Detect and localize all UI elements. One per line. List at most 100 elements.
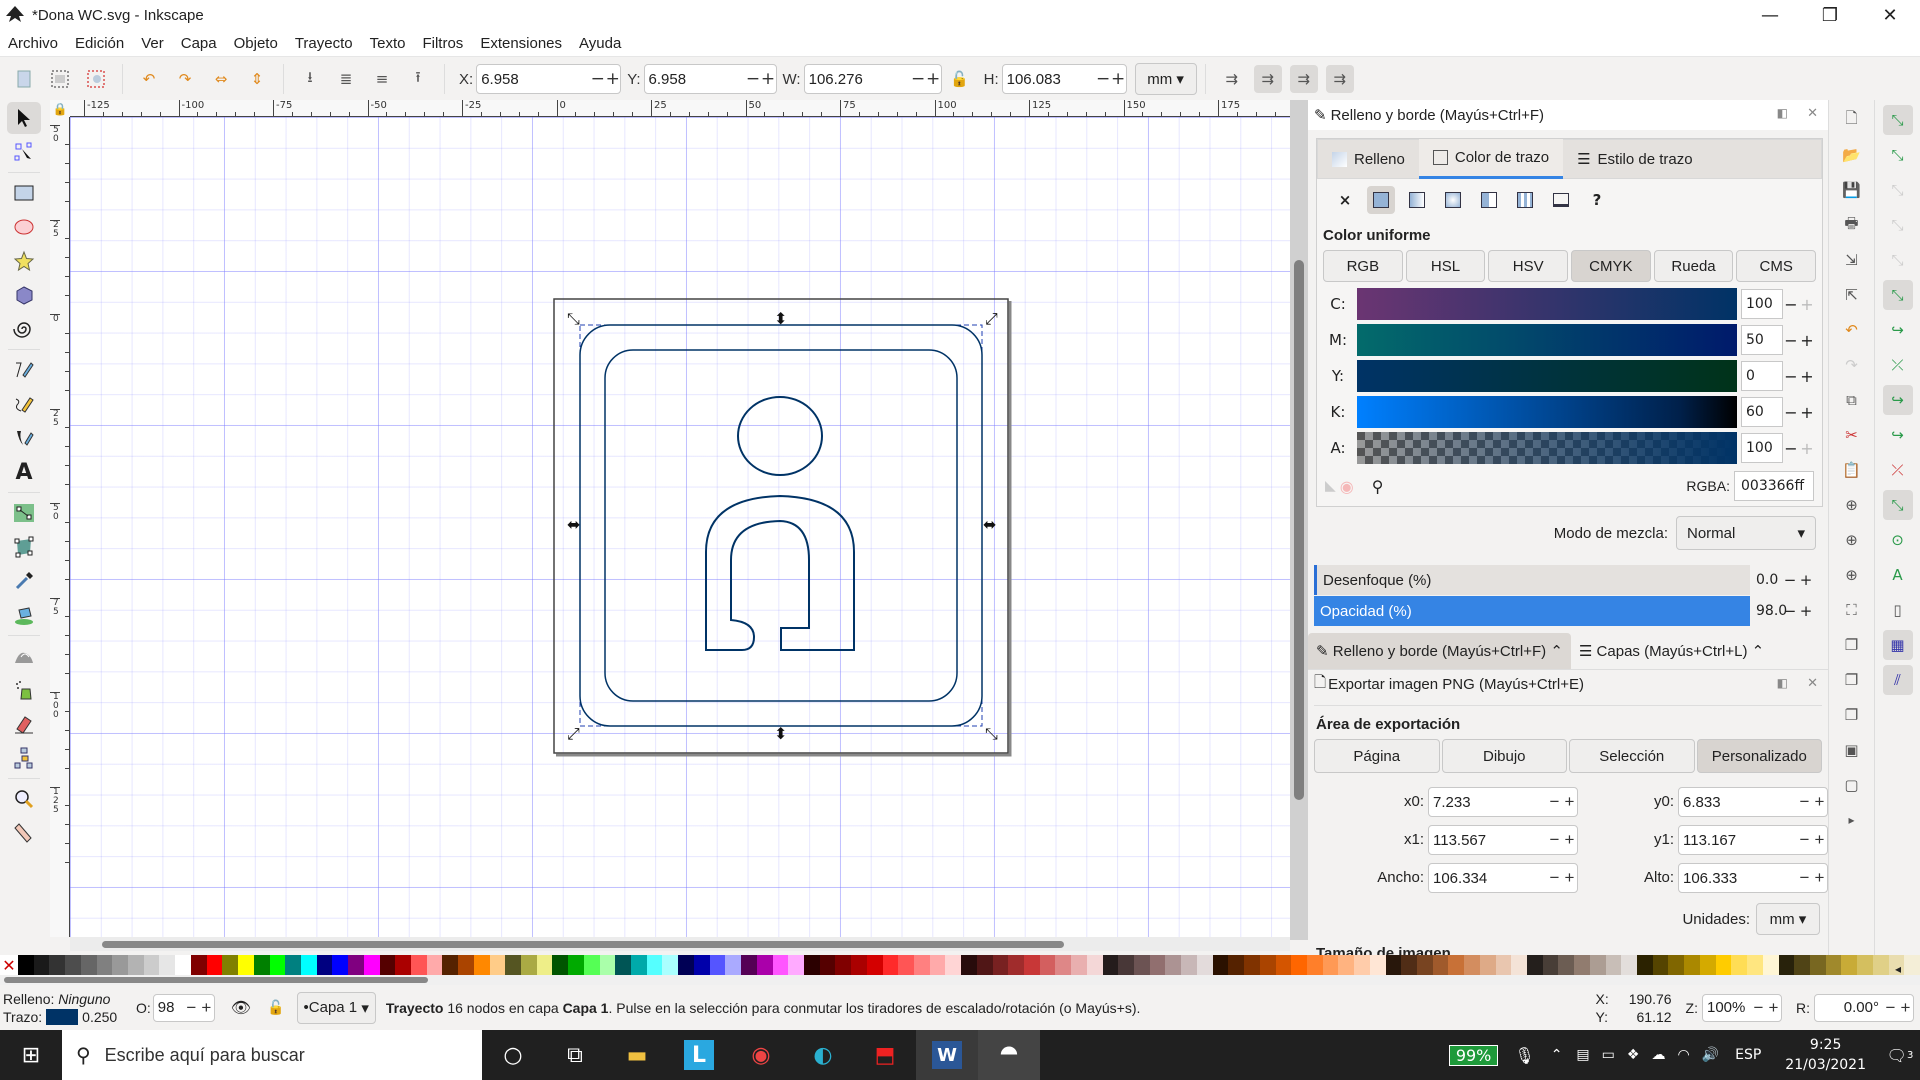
deselect-icon[interactable] xyxy=(82,65,110,93)
palette-swatch[interactable] xyxy=(929,955,946,975)
palette-swatch[interactable] xyxy=(788,955,804,975)
palette-swatch[interactable] xyxy=(222,955,239,975)
opacity-increment[interactable]: + xyxy=(1798,602,1814,620)
palette-swatch[interactable] xyxy=(1275,955,1292,975)
palette-swatch[interactable] xyxy=(332,955,349,975)
menu-texto[interactable]: Texto xyxy=(370,35,406,52)
palette-swatch[interactable] xyxy=(709,955,726,975)
slider-y-track[interactable] xyxy=(1357,360,1737,392)
raise-to-top-icon[interactable]: ⭱ xyxy=(404,65,432,93)
palette-swatch[interactable] xyxy=(521,955,537,975)
palette-swatch[interactable] xyxy=(1731,955,1748,975)
palette-swatch[interactable] xyxy=(1024,955,1040,975)
move-patterns-icon[interactable]: ⇉ xyxy=(1325,65,1354,93)
palette-swatch[interactable] xyxy=(1574,955,1590,975)
cut-icon[interactable]: ✂ xyxy=(1837,420,1867,450)
palette-swatch[interactable] xyxy=(835,955,852,975)
blur-slider[interactable]: Desenfoque (%) xyxy=(1314,565,1750,595)
palette-swatch[interactable] xyxy=(1715,955,1732,975)
file-explorer-icon[interactable]: ▬ xyxy=(606,1030,668,1080)
snap-cusp-icon[interactable]: ↪ xyxy=(1882,385,1913,415)
palette-swatch[interactable] xyxy=(1637,955,1653,975)
mesh-tool[interactable] xyxy=(7,531,41,563)
export-units-select[interactable]: mm ▾ xyxy=(1756,903,1820,935)
flip-vertical-icon[interactable]: ⇕ xyxy=(243,65,271,93)
export-drawing-button[interactable]: Dibujo xyxy=(1441,739,1567,773)
palette-swatch[interactable] xyxy=(882,955,899,975)
palette-swatch[interactable] xyxy=(913,955,930,975)
palette-swatch[interactable] xyxy=(1008,955,1024,975)
pencil-tool[interactable] xyxy=(7,388,41,420)
edge-icon[interactable]: ◐ xyxy=(792,1030,854,1080)
menu-filtros[interactable]: Filtros xyxy=(422,35,463,52)
snap-center-icon[interactable]: ⊙ xyxy=(1883,525,1913,555)
paint-radial-gradient-button[interactable] xyxy=(1439,186,1467,214)
palette-swatch[interactable] xyxy=(1825,955,1842,975)
import-icon[interactable]: ⇲ xyxy=(1837,245,1867,275)
palette-swatch[interactable] xyxy=(410,955,427,975)
horizontal-scroll-thumb[interactable] xyxy=(102,941,1064,948)
palette-menu-icon[interactable]: ◂ xyxy=(1895,962,1901,976)
blur-value[interactable]: 0.0 xyxy=(1750,572,1782,588)
palette-swatch[interactable] xyxy=(1416,955,1433,975)
slider-k-track[interactable] xyxy=(1357,396,1737,428)
menu-ver[interactable]: Ver xyxy=(141,35,164,52)
maximize-button[interactable]: ❐ xyxy=(1800,0,1860,30)
snap-bbox-edge-icon[interactable]: ⤡ xyxy=(1883,175,1913,205)
menu-extensiones[interactable]: Extensiones xyxy=(480,35,562,52)
palette-swatch[interactable] xyxy=(1196,955,1213,975)
palette-swatch[interactable] xyxy=(1448,955,1465,975)
undo-icon[interactable]: ↶ xyxy=(1837,315,1867,345)
palette-swatch[interactable] xyxy=(725,955,742,975)
export-height-field[interactable]: 106.333− + xyxy=(1678,863,1828,893)
lock-proportions-icon[interactable]: 🔓 xyxy=(946,65,974,93)
palette-swatch[interactable] xyxy=(65,955,81,975)
palette-swatch[interactable] xyxy=(1558,955,1575,975)
spiral-tool[interactable] xyxy=(7,313,41,345)
blur-increment[interactable]: + xyxy=(1798,571,1814,589)
palette-swatch[interactable] xyxy=(646,955,663,975)
palette-swatch[interactable] xyxy=(1684,955,1700,975)
fill-value[interactable]: Ninguno xyxy=(58,991,110,1007)
palette-swatch[interactable] xyxy=(1872,955,1889,975)
duplicate-icon[interactable]: ❐ xyxy=(1837,630,1867,660)
mode-wheel-button[interactable]: Rueda xyxy=(1653,250,1734,282)
canvas[interactable]: ⤡ ⬍ ⤢ ⬌ ⬌ ⤢ ⬍ ⤡ xyxy=(70,117,1290,937)
tray-acrobat-icon[interactable]: ▤ xyxy=(1576,1047,1589,1063)
snap-nodes-icon[interactable]: ⤡ xyxy=(1882,280,1913,310)
palette-swatch[interactable] xyxy=(1212,955,1229,975)
x-decrement-button[interactable]: − xyxy=(590,69,605,89)
mic-icon[interactable]: 🎙 xyxy=(1514,1046,1534,1065)
palette-swatch[interactable] xyxy=(1747,955,1763,975)
snap-bbox-corner-icon[interactable]: ⤡ xyxy=(1883,210,1913,240)
palette-swatch[interactable] xyxy=(238,955,254,975)
stroke-swatch[interactable] xyxy=(46,1008,79,1025)
mode-cms-button[interactable]: CMS xyxy=(1736,250,1817,282)
palette-swatch[interactable] xyxy=(1306,955,1323,975)
blend-mode-select[interactable]: Normal ▾ xyxy=(1676,516,1816,550)
battery-indicator[interactable]: 99% xyxy=(1448,1044,1499,1066)
y-value[interactable]: 6.958 xyxy=(645,71,746,88)
raise-icon[interactable]: ≡ xyxy=(368,65,396,93)
notifications-button[interactable]: 🗨 3 xyxy=(1880,1030,1920,1080)
copy-icon[interactable]: ⧉ xyxy=(1837,385,1867,415)
slider-k-value[interactable]: 60 xyxy=(1741,397,1783,427)
move-gradients-icon[interactable]: ⇉ xyxy=(1289,65,1318,93)
palette-swatch[interactable] xyxy=(678,955,694,975)
slider-k-increment[interactable]: + xyxy=(1799,403,1815,422)
blur-decrement[interactable]: − xyxy=(1782,571,1798,589)
palette-swatch[interactable] xyxy=(1464,955,1480,975)
palette-swatch[interactable] xyxy=(112,955,129,975)
export-y0-field[interactable]: 6.833− + xyxy=(1678,787,1828,817)
palette-swatch[interactable] xyxy=(18,955,34,975)
palette-swatch[interactable] xyxy=(631,955,647,975)
palette-swatch[interactable] xyxy=(1589,955,1606,975)
snap-rotation-center-icon[interactable]: A xyxy=(1883,560,1913,590)
text-tool[interactable]: A xyxy=(7,456,41,488)
ellipse-tool[interactable] xyxy=(7,211,41,243)
menu-trayecto[interactable]: Trayecto xyxy=(295,35,353,52)
paint-bucket-tool[interactable] xyxy=(7,599,41,631)
y-increment-button[interactable]: + xyxy=(761,69,776,89)
dropper-tool[interactable] xyxy=(7,565,41,597)
selector-tool[interactable] xyxy=(7,102,41,134)
